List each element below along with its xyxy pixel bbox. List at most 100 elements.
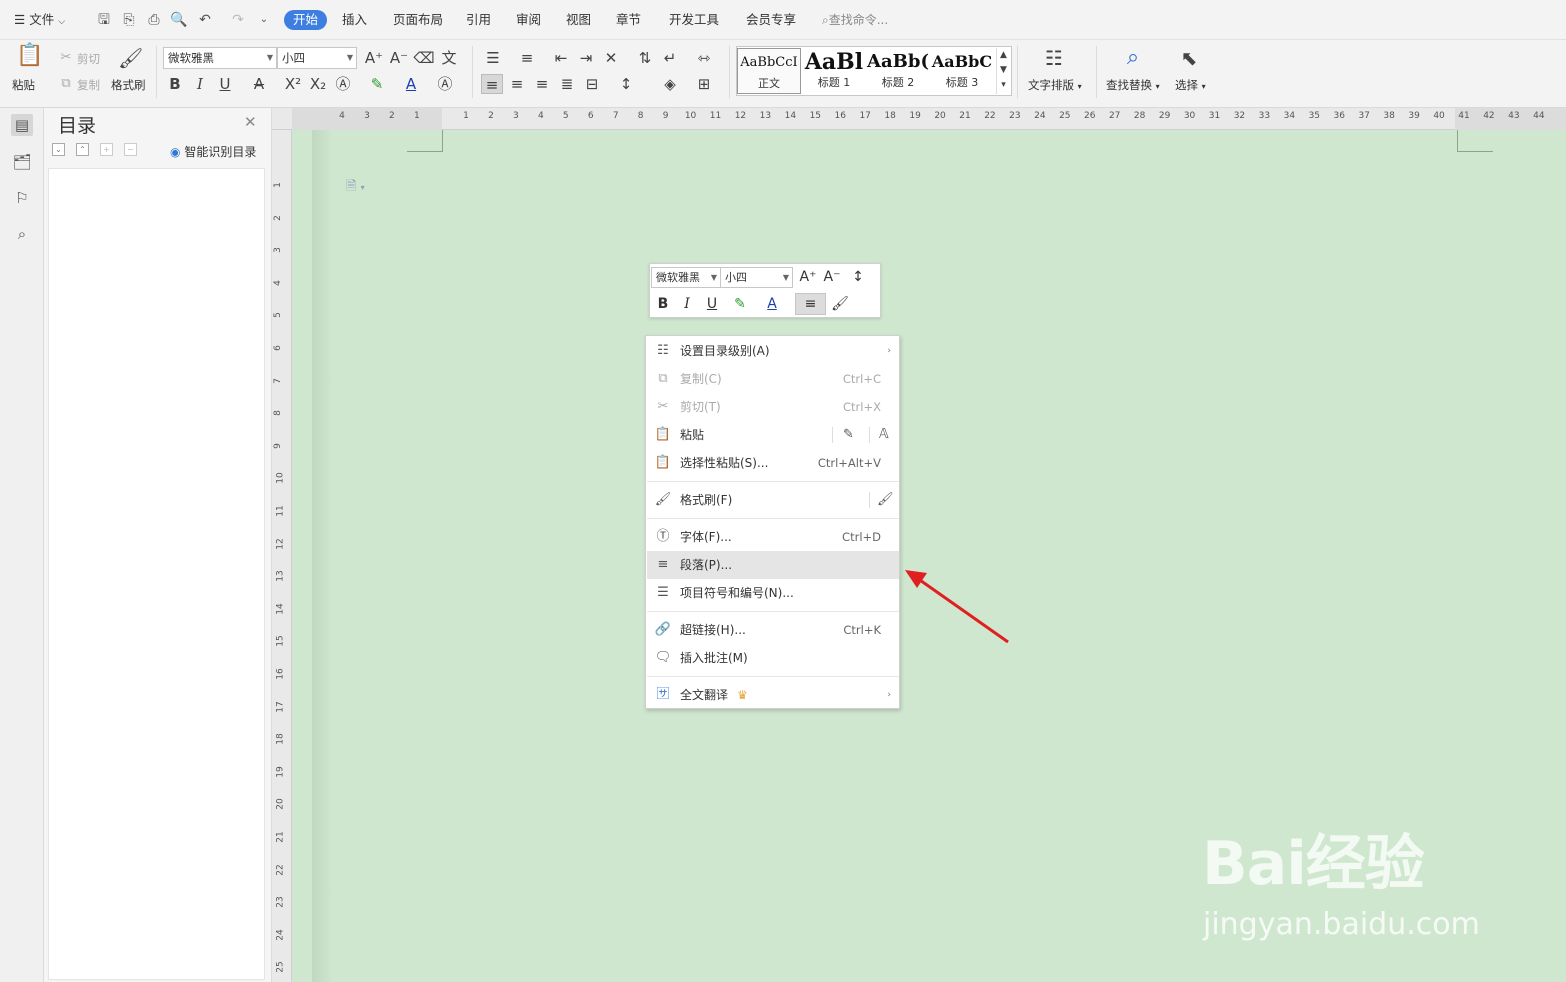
- search-panel-icon[interactable]: ⌕: [11, 223, 33, 245]
- numbered-list-icon[interactable]: ≡: [516, 48, 538, 68]
- font-size-select[interactable]: 小四 ▼: [277, 47, 357, 69]
- menu-item-translate[interactable]: 🈂 全文翻译 ♛ ›: [647, 681, 899, 709]
- font-color-icon[interactable]: A: [400, 74, 422, 94]
- command-search[interactable]: ⌕查找命令...: [818, 9, 888, 31]
- file-menu[interactable]: ☰ 文件 ⌵: [14, 10, 65, 30]
- line-spacing-icon[interactable]: ↕: [615, 74, 637, 94]
- style-heading-2[interactable]: AaBb(标题 2: [866, 48, 930, 94]
- menu-item-bullets-numbering[interactable]: ☰ 项目符号和编号(N)...: [647, 579, 899, 607]
- mini-highlight-icon[interactable]: ✎: [730, 294, 750, 314]
- menu-item-cut[interactable]: ✂ 剪切(T) Ctrl+X: [647, 393, 899, 421]
- increase-indent-icon[interactable]: ⇥: [575, 48, 597, 68]
- bullet-list-icon[interactable]: ☰: [482, 48, 504, 68]
- grow-font-icon[interactable]: A⁺: [363, 48, 385, 68]
- chapter-nav-icon[interactable]: 🗂: [11, 151, 33, 173]
- find-replace-icon[interactable]: ⌕: [1122, 47, 1144, 74]
- shading-icon[interactable]: ◈: [659, 74, 681, 94]
- paste-keep-format-icon[interactable]: ✎: [843, 421, 854, 449]
- mini-bold-icon[interactable]: B: [653, 294, 673, 314]
- subscript-icon[interactable]: X₂: [307, 74, 329, 94]
- mini-shrink-font-icon[interactable]: A⁻: [822, 267, 842, 287]
- bookmark-icon[interactable]: ⚐: [11, 187, 33, 209]
- add-level-icon[interactable]: +: [100, 143, 113, 156]
- cursor-select-icon[interactable]: ⬉: [1178, 48, 1200, 74]
- format-painter-icon[interactable]: 🖌: [118, 48, 143, 74]
- sort-icon[interactable]: ⇅: [634, 48, 656, 68]
- format-painter-button[interactable]: 格式刷: [111, 77, 146, 93]
- paragraph-marker-icon[interactable]: 🗎 ▾: [346, 177, 365, 199]
- paste-button[interactable]: 粘贴: [12, 77, 35, 93]
- print-preview-icon[interactable]: 🔍: [169, 10, 189, 30]
- text-layout-button[interactable]: 文字排版 ▾: [1028, 77, 1082, 93]
- mini-italic-icon[interactable]: I: [677, 294, 697, 314]
- find-replace-button[interactable]: 查找替换 ▾: [1106, 77, 1160, 93]
- font-name-select[interactable]: 微软雅黑 ▼: [163, 47, 277, 69]
- expand-icon[interactable]: ⌄: [52, 143, 65, 156]
- menu-item-format-painter[interactable]: 🖌 格式刷(F) 🖌: [647, 486, 899, 514]
- decrease-indent-icon[interactable]: ⇤: [550, 48, 572, 68]
- print-icon[interactable]: ⎙: [144, 10, 164, 30]
- toc-panel-icon[interactable]: ▤: [11, 114, 33, 136]
- undo-icon[interactable]: ↶: [195, 10, 215, 30]
- output-icon[interactable]: ⎘: [119, 10, 139, 30]
- align-center-icon[interactable]: ≡: [506, 74, 528, 94]
- tab-home[interactable]: 开始: [284, 10, 328, 30]
- mini-format-painter-icon[interactable]: 🖌: [830, 294, 850, 314]
- align-left-icon[interactable]: ≡: [481, 74, 503, 94]
- mini-font-color-icon[interactable]: A: [762, 294, 782, 314]
- collapse-icon[interactable]: ⌃: [76, 143, 89, 156]
- chinese-layout-icon[interactable]: ✕: [600, 48, 622, 68]
- mini-underline-icon[interactable]: U: [702, 294, 722, 314]
- bold-icon[interactable]: B: [164, 74, 186, 94]
- save-icon[interactable]: 🖫: [94, 10, 114, 30]
- underline-icon[interactable]: U: [214, 74, 236, 94]
- text-effect-icon[interactable]: Ⓐ: [332, 74, 354, 94]
- menu-item-paste-special[interactable]: 📋 选择性粘贴(S)... Ctrl+Alt+V: [647, 449, 899, 477]
- menu-item-paste[interactable]: 📋 粘贴 ✎ 𝔸: [647, 421, 899, 449]
- menu-item-paragraph[interactable]: ≡ 段落(P)...: [647, 551, 899, 579]
- paste-text-only-icon[interactable]: 𝔸: [879, 421, 889, 449]
- pinyin-guide-icon[interactable]: 文: [438, 48, 460, 68]
- mini-font-name-select[interactable]: 微软雅黑 ▼: [651, 267, 721, 288]
- mini-grow-font-icon[interactable]: A⁺: [798, 267, 818, 287]
- copy-button[interactable]: 复制: [77, 77, 100, 93]
- style-normal[interactable]: AaBbCcI 正文: [737, 48, 801, 94]
- mini-line-spacing-icon[interactable]: ↕: [848, 267, 868, 287]
- highlight-icon[interactable]: ✎: [366, 74, 388, 94]
- tab-developer[interactable]: 开发工具: [669, 10, 719, 30]
- menu-item-hyperlink[interactable]: 🔗 超链接(H)... Ctrl+K: [647, 616, 899, 644]
- paste-icon[interactable]: 📋: [16, 45, 43, 74]
- format-painter-lock-icon[interactable]: 🖌: [877, 486, 894, 514]
- remove-level-icon[interactable]: −: [124, 143, 137, 156]
- close-icon[interactable]: ✕: [244, 113, 257, 131]
- tab-references[interactable]: 引用: [466, 10, 491, 30]
- superscript-icon[interactable]: X²: [282, 74, 304, 94]
- distribute-icon[interactable]: ⊟: [581, 74, 603, 94]
- style-scroll-icon[interactable]: ▲ ▼ ▾: [996, 48, 1010, 94]
- text-layout-icon[interactable]: ☷: [1043, 48, 1065, 74]
- tab-view[interactable]: 视图: [566, 10, 591, 30]
- menu-item-toc-level[interactable]: ☷ 设置目录级别(A) ›: [647, 337, 899, 365]
- char-border-icon[interactable]: Ⓐ: [434, 74, 456, 94]
- borders-icon[interactable]: ⊞: [693, 74, 715, 94]
- customize-icon[interactable]: ⌄: [254, 10, 274, 30]
- mini-font-size-select[interactable]: 小四 ▼: [720, 267, 793, 288]
- tab-member[interactable]: 会员专享: [746, 10, 796, 30]
- tab-stop-icon[interactable]: ⇿: [693, 48, 715, 68]
- menu-item-copy[interactable]: ⧉ 复制(C) Ctrl+C: [647, 365, 899, 393]
- tab-review[interactable]: 审阅: [516, 10, 541, 30]
- toc-list[interactable]: [48, 168, 265, 980]
- cut-button[interactable]: 剪切: [77, 51, 100, 67]
- select-button[interactable]: 选择 ▾: [1175, 77, 1206, 93]
- show-marks-icon[interactable]: ↵: [659, 48, 681, 68]
- menu-item-insert-comment[interactable]: 🗨 插入批注(M): [647, 644, 899, 672]
- strikethrough-icon[interactable]: A: [248, 74, 270, 94]
- vertical-ruler[interactable]: [272, 130, 292, 982]
- mini-align-icon[interactable]: ≡: [795, 293, 826, 315]
- tab-chapter[interactable]: 章节: [616, 10, 641, 30]
- align-right-icon[interactable]: ≡: [531, 74, 553, 94]
- italic-icon[interactable]: I: [189, 74, 211, 94]
- tab-page-layout[interactable]: 页面布局: [393, 10, 443, 30]
- menu-item-font[interactable]: Ⓣ 字体(F)... Ctrl+D: [647, 523, 899, 551]
- justify-icon[interactable]: ≣: [556, 74, 578, 94]
